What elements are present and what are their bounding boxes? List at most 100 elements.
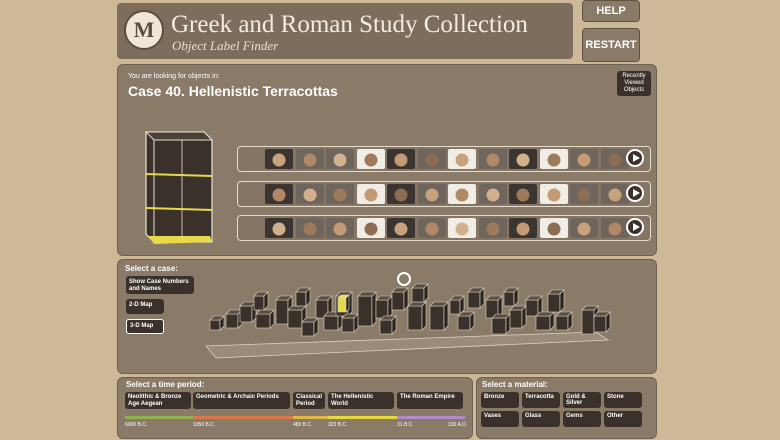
gallery-3d-map[interactable] xyxy=(196,270,616,360)
period-classical-button[interactable]: Classical Period xyxy=(293,392,325,409)
material-gems-button[interactable]: Gems xyxy=(563,411,601,427)
play-icon[interactable] xyxy=(626,184,644,202)
object-thumbnail-disc[interactable] xyxy=(539,184,568,204)
period-neolithic-button[interactable]: Neolithic & Bronze Age Aegean xyxy=(125,392,191,409)
object-thumbnail-head[interactable] xyxy=(356,149,385,169)
object-thumbnail-figure[interactable] xyxy=(387,184,415,204)
gallery-case[interactable] xyxy=(491,313,511,335)
gallery-case[interactable] xyxy=(547,289,565,313)
gallery-case[interactable] xyxy=(467,287,485,309)
gallery-case[interactable] xyxy=(555,311,573,331)
object-thumbnail-figure[interactable] xyxy=(478,149,507,169)
gallery-case[interactable] xyxy=(225,309,243,329)
gallery-case[interactable] xyxy=(429,301,449,331)
object-thumbnail-disc[interactable] xyxy=(570,184,598,204)
gallery-case[interactable] xyxy=(253,291,269,311)
gallery-case-selected[interactable] xyxy=(337,294,350,313)
gallery-case[interactable] xyxy=(379,315,397,335)
material-other-button[interactable]: Other xyxy=(604,411,642,427)
gallery-case[interactable] xyxy=(407,301,427,331)
object-thumbnail-head[interactable] xyxy=(417,149,446,169)
material-terracotta-button[interactable]: Terracotta xyxy=(522,392,560,408)
gallery-case[interactable] xyxy=(411,283,429,303)
object-thumbnail-head[interactable] xyxy=(600,218,629,238)
object-thumbnail-head[interactable] xyxy=(539,218,568,238)
object-thumbnail-figure[interactable] xyxy=(295,184,324,204)
gallery-case[interactable] xyxy=(357,291,377,327)
object-thumbnail-figure[interactable] xyxy=(295,149,324,169)
object-thumbnail-head[interactable] xyxy=(509,184,537,204)
object-thumbnail-head[interactable] xyxy=(509,218,537,238)
object-thumbnail-head[interactable] xyxy=(478,184,507,204)
timeline-segment-roman xyxy=(397,416,465,419)
show-case-numbers-button[interactable]: Show Case Numbers and Names xyxy=(126,276,194,294)
gallery-case[interactable] xyxy=(295,287,311,307)
museum-logo: M xyxy=(124,10,164,50)
gallery-case[interactable] xyxy=(391,287,409,311)
select-material-label: Select a material: xyxy=(482,380,548,389)
object-thumbnail-head[interactable] xyxy=(356,218,385,238)
object-thumbnail-relief[interactable] xyxy=(448,184,476,204)
object-thumbnail-figure[interactable] xyxy=(326,184,354,204)
gallery-case[interactable] xyxy=(503,287,519,307)
period-roman-button[interactable]: The Roman Empire xyxy=(397,392,463,409)
play-icon[interactable] xyxy=(626,149,644,167)
material-stone-button[interactable]: Stone xyxy=(604,392,642,408)
object-thumbnail-head[interactable] xyxy=(570,218,598,238)
case-cabinet-diagram xyxy=(144,131,214,244)
material-vases-button[interactable]: Vases xyxy=(481,411,519,427)
period-geometric-button[interactable]: Geometric & Archaic Periods xyxy=(193,392,290,409)
object-thumbnail-head[interactable] xyxy=(600,149,629,169)
select-period-label: Select a time period: xyxy=(126,380,205,389)
gallery-case[interactable] xyxy=(535,311,555,331)
object-thumbnail-head[interactable] xyxy=(295,218,324,238)
gallery-case[interactable] xyxy=(457,311,475,331)
recently-viewed-button[interactable]: Recently Viewed Objects xyxy=(617,71,651,96)
play-icon[interactable] xyxy=(626,218,644,236)
map-3d-button[interactable]: 3-D Map xyxy=(126,319,164,334)
object-thumbnail-vase[interactable] xyxy=(570,149,598,169)
thumbnail-row-bottom-shelf xyxy=(237,215,651,241)
app-title: Greek and Roman Study Collection xyxy=(171,11,528,38)
object-thumbnail-figure[interactable] xyxy=(356,184,385,204)
map-2d-button[interactable]: 2-D Map xyxy=(126,299,164,314)
timeline-segment-geometric xyxy=(193,416,293,419)
material-bronze-button[interactable]: Bronze xyxy=(481,392,519,408)
object-thumbnail-head[interactable] xyxy=(417,218,446,238)
object-thumbnail-head[interactable] xyxy=(387,149,415,169)
thumbnail-row-top-shelf xyxy=(237,146,651,172)
object-thumbnail-figure[interactable] xyxy=(600,184,629,204)
material-glass-button[interactable]: Glass xyxy=(522,411,560,427)
timeline-tick: 480 B.C. xyxy=(293,422,313,428)
object-thumbnail-head[interactable] xyxy=(265,149,293,169)
object-thumbnail-head[interactable] xyxy=(478,218,507,238)
timeline-segment-classical xyxy=(293,416,328,419)
gallery-case[interactable] xyxy=(301,317,319,337)
restart-button[interactable]: RESTART xyxy=(582,28,640,62)
timeline-tick: 6000 B.C. xyxy=(125,422,148,428)
gallery-case[interactable] xyxy=(341,313,359,333)
material-gold-silver-button[interactable]: Gold & Silver xyxy=(563,392,601,408)
gallery-case[interactable] xyxy=(509,305,527,329)
gallery-case[interactable] xyxy=(375,295,393,319)
object-thumbnail-head[interactable] xyxy=(326,149,354,169)
object-thumbnail-figure[interactable] xyxy=(539,149,568,169)
object-thumbnail-head[interactable] xyxy=(326,218,354,238)
timeline-tick: 31 B.C. xyxy=(397,422,414,428)
object-thumbnail-head[interactable] xyxy=(387,218,415,238)
app-subtitle: Object Label Finder xyxy=(172,38,279,53)
help-button[interactable]: HELP xyxy=(582,0,640,22)
object-thumbnail-figure[interactable] xyxy=(417,184,446,204)
thumbnail-row-middle-shelf xyxy=(237,181,651,207)
object-thumbnail-head[interactable] xyxy=(448,149,476,169)
object-thumbnail-relief[interactable] xyxy=(265,184,293,204)
object-thumbnail-head[interactable] xyxy=(509,149,537,169)
gallery-case[interactable] xyxy=(593,311,611,333)
gallery-case[interactable] xyxy=(209,315,225,331)
object-thumbnail-head[interactable] xyxy=(265,218,293,238)
gallery-case[interactable] xyxy=(239,301,257,323)
object-thumbnail-head[interactable] xyxy=(448,218,476,238)
gallery-case[interactable] xyxy=(449,295,465,315)
period-hellenistic-button[interactable]: The Hellenistic World xyxy=(328,392,394,409)
gallery-case[interactable] xyxy=(255,309,275,329)
